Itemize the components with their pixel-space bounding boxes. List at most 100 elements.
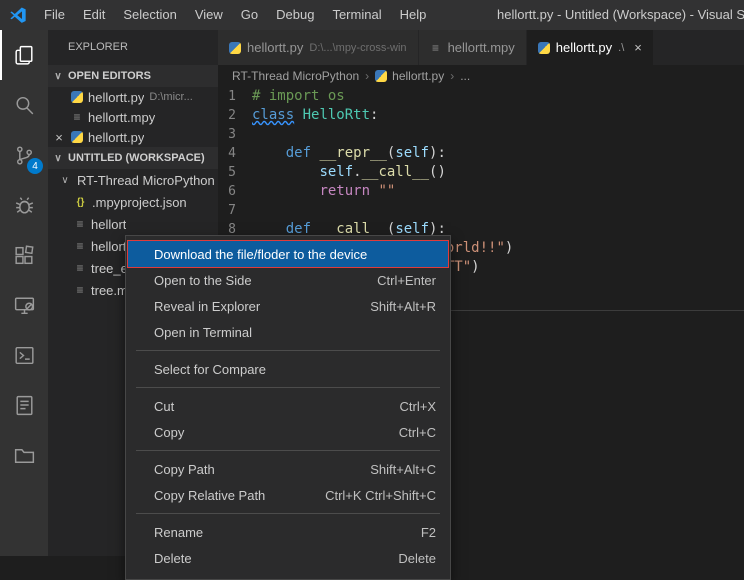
chevron-down-icon: ∨ [51, 153, 65, 164]
remote-device-icon [12, 293, 37, 318]
activity-files-button[interactable] [0, 30, 48, 80]
mpy-file-icon: ≡ [74, 261, 86, 275]
mpy-file-icon: ≡ [74, 239, 86, 253]
output-icon [12, 393, 37, 418]
menu-debug[interactable]: Debug [267, 0, 323, 30]
code-line: 2class HelloRtt: [218, 106, 744, 125]
open-editors-header[interactable]: ∨ OPEN EDITORS [48, 65, 218, 87]
window-title: hellortt.py - Untitled (Workspace) - Vis… [497, 0, 744, 30]
breadcrumb-item[interactable]: RT-Thread MicroPython [232, 69, 359, 83]
context-menu-item[interactable]: Open to the SideCtrl+Enter [126, 267, 450, 293]
shortcut-hint: F2 [421, 525, 436, 540]
shortcut-hint: Ctrl+C [399, 425, 436, 440]
tree-item[interactable]: {}.mpyproject.json [48, 191, 218, 213]
tab-detail: .\ [618, 42, 624, 54]
code-line: 5 self.__call__() [218, 163, 744, 182]
menu-separator [136, 387, 440, 388]
terminal-box-icon [12, 343, 37, 368]
editor-tab[interactable]: hellortt.py.\× [527, 30, 654, 65]
context-menu-item[interactable]: Copy Relative PathCtrl+K Ctrl+Shift+C [126, 482, 450, 508]
activity-source-control-button[interactable]: 4 [0, 130, 48, 180]
tree-item[interactable]: ≡hellort [48, 213, 218, 235]
tab-label: hellortt.py [247, 40, 303, 55]
code-line: 4 def __repr__(self): [218, 144, 744, 163]
python-file-icon [71, 91, 83, 103]
activity-extensions-button[interactable] [0, 230, 48, 280]
menu-file[interactable]: File [35, 0, 74, 30]
shortcut-hint: Delete [398, 551, 436, 566]
activity-output-button[interactable] [0, 380, 48, 430]
menubar: FileEditSelectionViewGoDebugTerminalHelp [35, 0, 435, 30]
shortcut-hint: Ctrl+K Ctrl+Shift+C [325, 488, 436, 503]
tab-detail: D:\...\mpy-cross-win [309, 42, 406, 54]
editor-tab[interactable]: ≡hellortt.mpy [419, 30, 527, 65]
open-editor-item[interactable]: ×hellortt.py [48, 127, 218, 147]
context-menu-item[interactable]: Copy PathShift+Alt+C [126, 456, 450, 482]
menu-selection[interactable]: Selection [114, 0, 185, 30]
chevron-right-icon: › [450, 69, 454, 83]
line-number: 7 [218, 201, 252, 220]
context-menu-item[interactable]: Select for Compare [126, 356, 450, 382]
source-control-badge: 4 [27, 158, 43, 174]
activity-remote-device-button[interactable] [0, 280, 48, 330]
menu-separator [136, 450, 440, 451]
files-icon [12, 43, 37, 68]
debug-icon [12, 193, 37, 218]
code-line: 6 return "" [218, 182, 744, 201]
context-menu-item[interactable]: Reveal in ExplorerShift+Alt+R [126, 293, 450, 319]
vscode-logo-icon [9, 6, 27, 24]
context-menu-item[interactable]: CutCtrl+X [126, 393, 450, 419]
open-editors-list: hellortt.pyD:\micr...≡hellortt.mpy×hello… [48, 87, 218, 147]
activity-debug-button[interactable] [0, 180, 48, 230]
shortcut-hint: Ctrl+X [400, 399, 436, 414]
shortcut-hint: Shift+Alt+C [370, 462, 436, 477]
line-number: 3 [218, 125, 252, 144]
open-editor-item[interactable]: ≡hellortt.mpy [48, 107, 218, 127]
context-menu: Download the file/floder to the deviceOp… [125, 235, 451, 580]
extensions-icon [12, 243, 37, 268]
python-file-icon [71, 131, 83, 143]
line-number: 4 [218, 144, 252, 163]
menu-edit[interactable]: Edit [74, 0, 114, 30]
workspace-header[interactable]: ∨ UNTITLED (WORKSPACE) [48, 147, 218, 169]
line-number: 5 [218, 163, 252, 182]
editor-tab[interactable]: hellortt.py D:\...\mpy-cross-win [218, 30, 419, 65]
context-menu-item[interactable]: Download the file/floder to the device [128, 241, 448, 267]
context-menu-item[interactable]: Open in Terminal [126, 319, 450, 345]
activity-search-button[interactable] [0, 80, 48, 130]
json-file-icon: {} [74, 197, 87, 208]
chevron-down-icon: ∨ [51, 71, 65, 82]
line-number: 6 [218, 182, 252, 201]
breadcrumb-item[interactable]: hellortt.py [375, 69, 444, 83]
line-number: 2 [218, 106, 252, 125]
search-icon [12, 93, 37, 118]
chevron-down-icon: ∨ [58, 175, 72, 186]
shortcut-hint: Shift+Alt+R [370, 299, 436, 314]
menu-view[interactable]: View [186, 0, 232, 30]
mpy-file-icon: ≡ [74, 217, 86, 231]
menu-help[interactable]: Help [391, 0, 436, 30]
tree-item[interactable]: ∨RT-Thread MicroPython [48, 169, 218, 191]
context-menu-item[interactable]: RenameF2 [126, 519, 450, 545]
activity-terminal-box-button[interactable] [0, 330, 48, 380]
menu-terminal[interactable]: Terminal [323, 0, 390, 30]
breadcrumb-item[interactable]: ... [460, 69, 470, 83]
close-icon[interactable]: × [52, 130, 66, 145]
context-menu-item[interactable]: DeleteDelete [126, 545, 450, 571]
open-editor-item[interactable]: hellortt.pyD:\micr... [48, 87, 218, 107]
line-number: 1 [218, 87, 252, 106]
python-file-icon [229, 42, 241, 54]
mpy-file-icon: ≡ [74, 283, 86, 297]
title-bar: FileEditSelectionViewGoDebugTerminalHelp… [0, 0, 744, 30]
menu-go[interactable]: Go [232, 0, 267, 30]
chevron-right-icon: › [365, 69, 369, 83]
menu-separator [136, 513, 440, 514]
close-icon[interactable]: × [634, 40, 642, 55]
shortcut-hint: Ctrl+Enter [377, 273, 436, 288]
python-file-icon [538, 42, 550, 54]
context-menu-item[interactable]: CopyCtrl+C [126, 419, 450, 445]
activity-folder-button[interactable] [0, 430, 48, 480]
mpy-file-icon: ≡ [71, 110, 83, 124]
code-line: 1# import os [218, 87, 744, 106]
python-file-icon [375, 70, 387, 82]
